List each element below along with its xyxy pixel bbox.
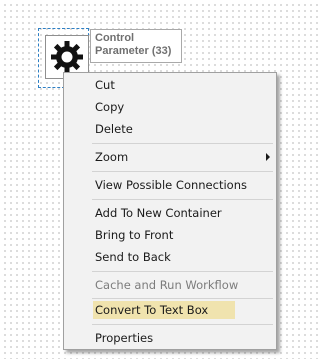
menu-item-zoom-label: Zoom xyxy=(95,150,129,164)
menu-separator xyxy=(92,199,273,200)
menu-item-add-container[interactable]: Add To New Container xyxy=(95,204,222,222)
gear-icon xyxy=(51,41,83,73)
menu-item-send-back[interactable]: Send to Back xyxy=(95,248,171,266)
context-menu: Cut Copy Delete Zoom View Possible Conne… xyxy=(63,72,277,350)
tool-label-line1: Control xyxy=(95,32,135,44)
menu-separator xyxy=(92,271,273,272)
menu-item-zoom[interactable]: Zoom xyxy=(95,148,270,166)
tool-annotation-label: Control Parameter (33) xyxy=(90,29,182,63)
menu-item-properties[interactable]: Properties xyxy=(95,329,153,347)
tool-label-line2: Parameter (33) xyxy=(95,45,172,57)
menu-item-cache-run: Cache and Run Workflow xyxy=(95,278,239,292)
menu-item-convert-textbox[interactable]: Convert To Text Box xyxy=(93,301,235,319)
menu-separator xyxy=(92,143,273,144)
menu-separator xyxy=(92,171,273,172)
menu-item-bring-front[interactable]: Bring to Front xyxy=(95,226,173,244)
submenu-arrow-icon xyxy=(266,153,270,161)
menu-item-view-connections[interactable]: View Possible Connections xyxy=(95,176,247,194)
menu-item-cut[interactable]: Cut xyxy=(95,76,115,94)
menu-separator xyxy=(92,298,273,299)
menu-item-delete[interactable]: Delete xyxy=(95,120,133,138)
menu-separator xyxy=(92,324,273,325)
menu-item-copy[interactable]: Copy xyxy=(95,98,124,116)
